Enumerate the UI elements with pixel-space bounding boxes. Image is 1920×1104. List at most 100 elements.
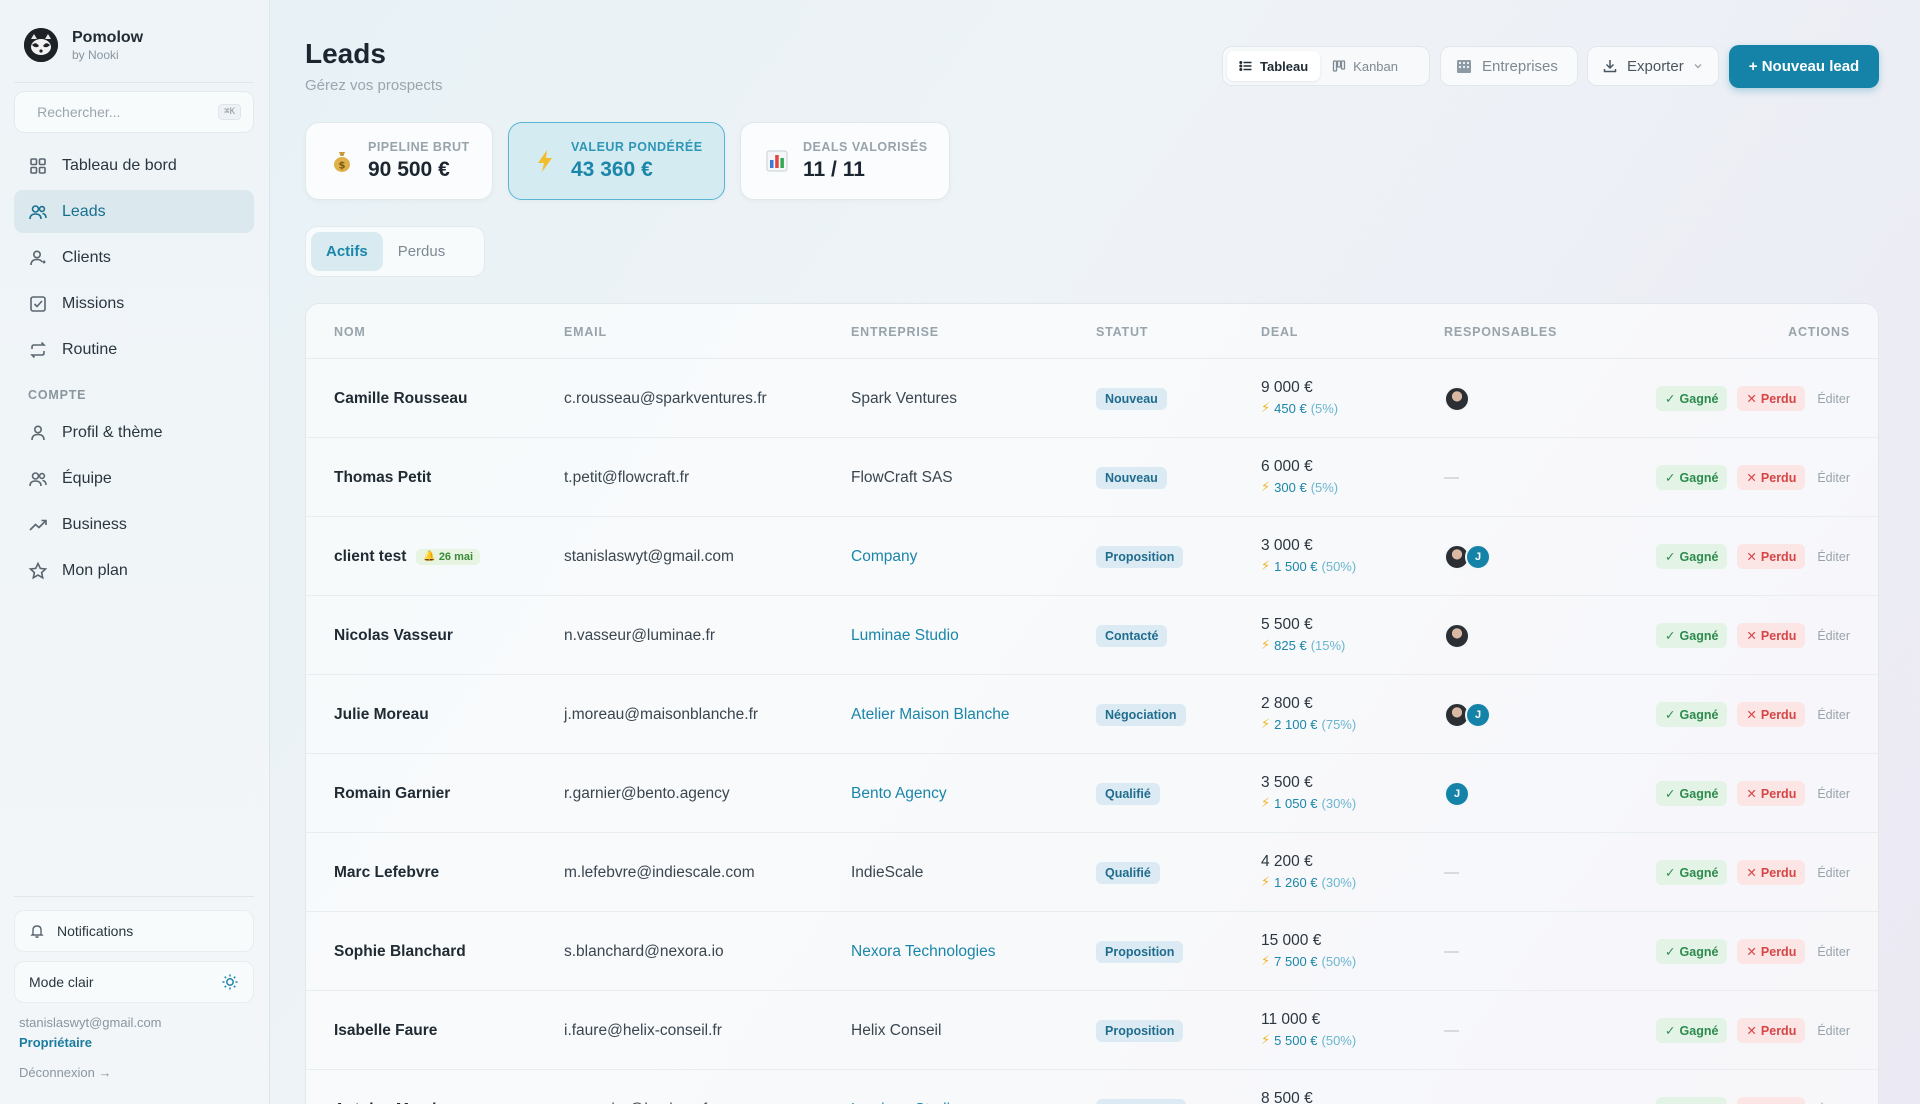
edit-button[interactable]: Éditer [1815,861,1850,885]
sidebar-item-team[interactable]: Équipe [14,457,254,500]
lead-name[interactable]: Nicolas Vasseur [334,627,453,645]
won-button[interactable]: ✓Gagné [1656,939,1728,964]
notifications-button[interactable]: Notifications [14,910,254,952]
sidebar-item-dashboard[interactable]: Tableau de bord [14,144,254,187]
table-row[interactable]: Julie Moreau j.moreau@maisonblanche.fr A… [306,675,1878,754]
search-input[interactable] [37,104,219,120]
edit-button[interactable]: Éditer [1815,940,1850,964]
lost-label: Perdu [1760,707,1797,722]
theme-toggle[interactable]: Mode clair [14,961,254,1003]
sidebar-item-business[interactable]: Business [14,503,254,546]
lead-name[interactable]: Camille Rousseau [334,390,468,408]
lead-name[interactable]: Julie Moreau [334,706,429,724]
search-box[interactable]: ⌘K [14,91,254,133]
table-row[interactable]: Camille Rousseau c.rousseau@sparkventure… [306,359,1878,438]
lost-button[interactable]: ✕Perdu [1737,781,1806,806]
lead-name[interactable]: Sophie Blanchard [334,943,466,961]
table-row[interactable]: Isabelle Faure i.faure@helix-conseil.fr … [306,991,1878,1070]
sidebar-item-profile[interactable]: Profil & thème [14,411,254,454]
edit-button[interactable]: Éditer [1815,1098,1850,1104]
tab-actifs[interactable]: Actifs [311,232,383,271]
won-button[interactable]: ✓Gagné [1656,1018,1728,1043]
won-button[interactable]: ✓Gagné [1656,781,1728,806]
column-header-status[interactable]: STATUT [1096,325,1148,339]
lead-name[interactable]: Romain Garnier [334,785,450,803]
users-icon [29,471,47,486]
avatar[interactable] [1444,622,1470,649]
sidebar-item-plan[interactable]: Mon plan [14,549,254,592]
logout-link[interactable]: Déconnexion → [19,1065,112,1080]
edit-button[interactable]: Éditer [1815,703,1850,727]
sidebar-item-clients[interactable]: Clients [14,236,254,279]
edit-button[interactable]: Éditer [1815,1019,1850,1043]
lead-name[interactable]: Thomas Petit [334,469,431,487]
table-row[interactable]: Antoine Mercier a.mercier@luminae.fr Lum… [306,1070,1878,1104]
lost-button[interactable]: ✕Perdu [1737,465,1806,490]
table-row[interactable]: Nicolas Vasseur n.vasseur@luminae.fr Lum… [306,596,1878,675]
lost-button[interactable]: ✕Perdu [1737,1097,1806,1104]
sidebar-item-label: Leads [62,202,106,220]
bolt-icon: ⚡ [1261,637,1271,652]
lead-name[interactable]: Isabelle Faure [334,1022,437,1040]
won-button[interactable]: ✓Gagné [1656,544,1728,569]
table-row[interactable]: Marc Lefebvre m.lefebvre@indiescale.com … [306,833,1878,912]
avatar[interactable] [1444,385,1470,412]
brand[interactable]: Pomolow by Nooki [24,28,143,62]
deal-weighted: ⚡ 1 260 € (30%) [1261,874,1356,890]
column-header-company[interactable]: ENTREPRISE [851,325,939,339]
sidebar-item-routine[interactable]: Routine [14,328,254,371]
edit-button[interactable]: Éditer [1815,782,1850,806]
deal-amount: 11 000 € [1261,1011,1321,1028]
money-bag-icon: $ [330,149,354,173]
view-kanban-button[interactable]: Kanban [1320,51,1410,81]
lost-button[interactable]: ✕Perdu [1737,1018,1806,1043]
edit-button[interactable]: Éditer [1815,387,1850,411]
edit-button[interactable]: Éditer [1815,624,1850,648]
table-row[interactable]: Romain Garnier r.garnier@bento.agency Be… [306,754,1878,833]
sidebar-item-leads[interactable]: Leads [14,190,254,233]
won-button[interactable]: ✓Gagné [1656,465,1728,490]
lost-label: Perdu [1760,865,1797,880]
lost-button[interactable]: ✕Perdu [1737,702,1806,727]
lead-name[interactable]: Antoine Mercier [334,1101,451,1104]
avatar-initial[interactable]: J [1465,701,1491,728]
row-actions: ✓Gagné ✕Perdu Éditer [1656,517,1850,596]
tab-perdus[interactable]: Perdus [383,232,461,271]
export-button[interactable]: Exporter [1587,46,1719,86]
won-button[interactable]: ✓Gagné [1656,860,1728,885]
deal-amount: 6 000 € [1261,458,1313,475]
view-table-label: Tableau [1260,58,1309,74]
bolt-icon: ⚡ [1261,558,1271,573]
close-icon: ✕ [1746,550,1757,564]
won-button[interactable]: ✓Gagné [1656,386,1728,411]
won-button[interactable]: ✓Gagné [1656,702,1728,727]
lost-button[interactable]: ✕Perdu [1737,544,1806,569]
table-row[interactable]: Thomas Petit t.petit@flowcraft.fr FlowCr… [306,438,1878,517]
sidebar-item-missions[interactable]: Missions [14,282,254,325]
edit-button[interactable]: Éditer [1815,466,1850,490]
column-header-deal[interactable]: DEAL [1261,325,1298,339]
new-lead-button[interactable]: + Nouveau lead [1729,45,1879,88]
column-header-name[interactable]: NOM [334,325,366,339]
table-row[interactable]: Sophie Blanchard s.blanchard@nexora.io N… [306,912,1878,991]
lead-name-cell: Camille Rousseau [334,359,468,438]
avatar-initial[interactable]: J [1444,780,1470,807]
table-row[interactable]: client test 🔔 26 mai stanislaswyt@gmail.c… [306,517,1878,596]
won-button[interactable]: ✓Gagné [1656,1097,1728,1104]
entreprises-button[interactable]: Entreprises [1440,46,1578,86]
view-table-button[interactable]: Tableau [1227,51,1321,81]
bolt-icon [533,149,557,173]
deal-weighted: ⚡ 5 500 € (50%) [1261,1032,1356,1048]
avatar-initial[interactable]: J [1465,543,1491,570]
lost-button[interactable]: ✕Perdu [1737,860,1806,885]
bell-icon [30,925,44,938]
edit-button[interactable]: Éditer [1815,545,1850,569]
lost-button[interactable]: ✕Perdu [1737,939,1806,964]
won-button[interactable]: ✓Gagné [1656,623,1728,648]
lead-name[interactable]: Marc Lefebvre [334,864,439,882]
column-header-email[interactable]: EMAIL [564,325,607,339]
lost-button[interactable]: ✕Perdu [1737,623,1806,648]
column-header-owners[interactable]: RESPONSABLES [1444,325,1557,339]
lost-button[interactable]: ✕Perdu [1737,386,1806,411]
lead-name[interactable]: client test [334,548,406,566]
